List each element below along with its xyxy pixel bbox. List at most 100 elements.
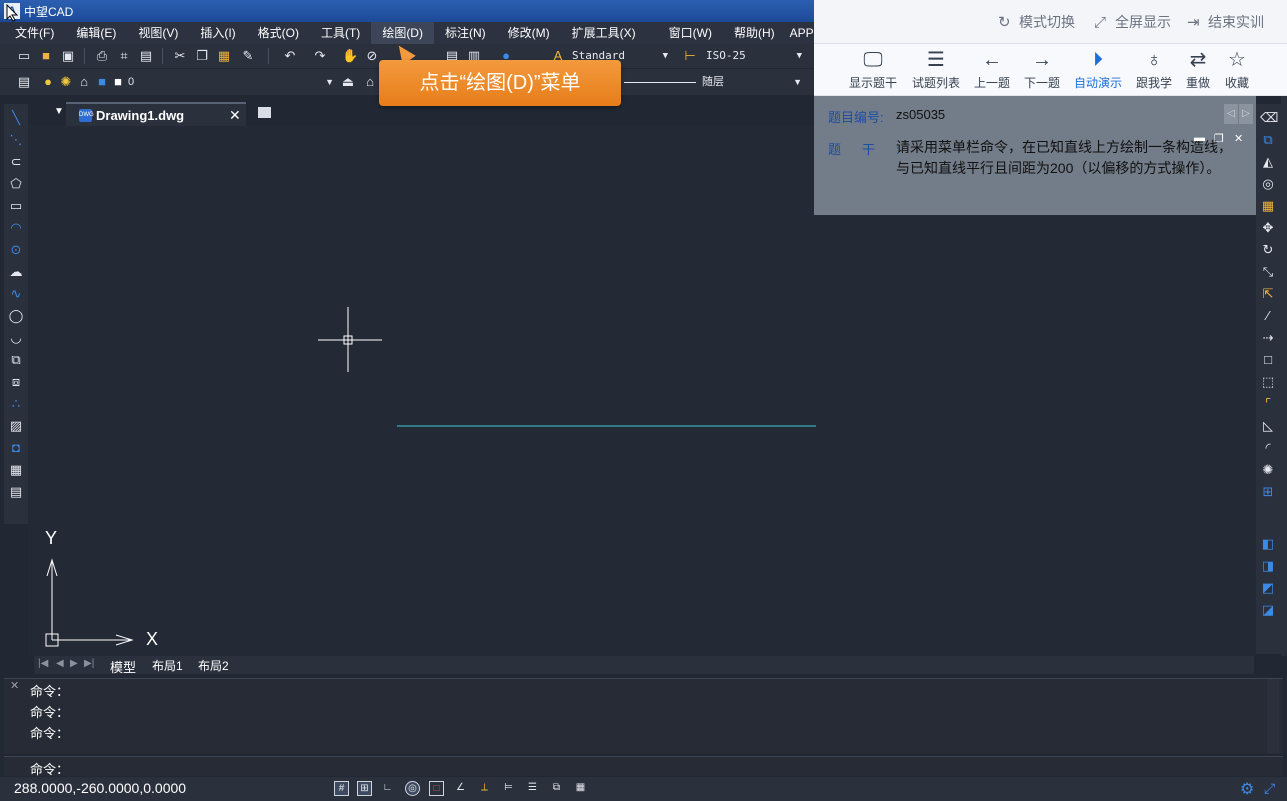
next-tab-icon[interactable]: ▶ [70,658,78,669]
new-tab-icon[interactable] [258,107,271,118]
region-tool-icon[interactable]: ◘ [8,440,24,456]
tab-model[interactable]: 模型 [110,657,136,676]
break-icon[interactable]: ⬚ [1260,374,1276,390]
grid-icon[interactable]: # [334,781,349,796]
polar-icon[interactable]: ◎ [405,781,420,796]
menu-file[interactable]: 文件(F) [0,22,65,44]
switch-mode-button[interactable]: ↻ 模式切换 [998,12,1075,32]
fillet-icon[interactable]: ◜ [1260,440,1276,456]
tpy-icon[interactable]: ⧉ [549,781,564,796]
vertical-scrollbar[interactable] [1281,96,1287,656]
rectangle-tool-icon[interactable]: ▭ [8,198,24,214]
paste-icon[interactable]: ▦ [216,48,232,64]
auto-demo-button[interactable]: ⏵ 自动演示 [1072,48,1124,91]
mtext-tool-icon[interactable]: ▤ [8,484,24,500]
menu-dimension[interactable]: 标注(N) [434,22,497,44]
restore-icon[interactable]: ❐ [1214,132,1224,145]
trim-icon[interactable]: ⁄ [1260,308,1276,324]
chamfer-icon[interactable]: ◺ [1260,418,1276,434]
join-icon[interactable]: ⌜ [1260,396,1276,412]
print-icon[interactable]: ⎙ [94,48,110,64]
dyn-icon[interactable]: ⊨ [501,781,516,796]
move-icon[interactable]: ✥ [1260,220,1276,236]
redo-icon[interactable]: ↷ [312,48,328,64]
first-tab-icon[interactable]: |◀ [38,658,48,669]
scale-icon[interactable]: ⤡ [1260,264,1276,280]
qp-icon[interactable]: ▦ [573,781,588,796]
menu-format[interactable]: 格式(O) [247,22,310,44]
tab-drawing1[interactable]: DWG Drawing1.dwg ✕ [66,102,246,126]
erase-icon[interactable]: ⌫ [1260,110,1278,126]
command-scrollbar[interactable] [1267,679,1279,753]
offset-icon[interactable]: ◎ [1260,176,1276,192]
show-stem-button[interactable]: 🖵 显示题干 [847,48,899,91]
zoom-realtime-icon[interactable]: ⊘ [364,48,380,64]
draw-order-front-icon[interactable]: ◧ [1260,536,1276,552]
lineweight-icon[interactable]: ☰ [525,781,540,796]
ortho-icon[interactable]: ∟ [380,781,395,796]
properties-edit-icon[interactable]: ⊞ [1260,484,1276,500]
stretch-icon[interactable]: ⇱ [1260,286,1276,302]
explode-icon[interactable]: ✺ [1260,462,1276,478]
rotate-icon[interactable]: ↻ [1260,242,1276,258]
linetype-select[interactable]: 随层 ▼ [620,73,806,91]
array-icon[interactable]: ▦ [1260,198,1276,214]
end-training-button[interactable]: ⇥ 结束实训 [1187,12,1264,32]
next-question-button[interactable]: → 下一题 [1016,48,1068,91]
panel-next-icon[interactable]: ▷ [1239,104,1253,124]
last-tab-icon[interactable]: ▶| [84,658,94,669]
arc-tool-icon[interactable]: ◠ [8,220,24,236]
ellipse-arc-tool-icon[interactable]: ◡ [8,330,24,346]
maximize-icon[interactable]: ⤢ [1264,780,1275,797]
table-tool-icon[interactable]: ▦ [8,462,24,478]
extend-icon[interactable]: ⇢ [1260,330,1276,346]
dim-style-select[interactable]: ISO-25 ▼ [702,47,806,65]
print-preview-icon[interactable]: ⌗ [116,48,132,64]
point-tool-icon[interactable]: ∴ [8,396,24,412]
tab-menu-icon[interactable]: ▼ [54,106,64,117]
make-block-icon[interactable]: ⧈ [8,374,24,390]
pan-icon[interactable]: ✋ [342,48,358,64]
question-list-button[interactable]: ☰ 试题列表 [910,48,962,91]
tab-layout1[interactable]: 布局1 [152,657,183,674]
favorite-button[interactable]: ☆ 收藏 [1211,48,1263,91]
undo-icon[interactable]: ↶ [282,48,298,64]
fullscreen-button[interactable]: ⤢ 全屏显示 [1094,12,1171,32]
send-under-icon[interactable]: ◪ [1260,602,1276,618]
close-icon[interactable]: ✕ [10,679,19,692]
new-file-icon[interactable]: ▭ [16,48,32,64]
panel-prev-icon[interactable]: ◁ [1224,104,1238,124]
layer-manager-icon[interactable]: ▤ [16,74,32,90]
prev-question-button[interactable]: ← 上一题 [966,48,1018,91]
menu-modify[interactable]: 修改(M) [497,22,561,44]
layer-select[interactable]: 0 ▼ [124,73,338,91]
break-point-icon[interactable]: □ [1260,352,1276,368]
line-tool-icon[interactable]: ╲ [8,110,24,126]
layer-previous-icon[interactable]: ⌂ [362,74,378,90]
bulb-icon[interactable]: ● [40,74,56,90]
command-input[interactable]: 命令： [4,756,1283,777]
make-current-icon[interactable]: ⏏ [340,74,356,90]
spline-tool-icon[interactable]: ∿ [8,286,24,302]
gear-icon[interactable]: ⚙ [1240,779,1254,799]
copy-object-icon[interactable]: ⧉ [1260,132,1276,148]
plot-icon[interactable]: ▤ [138,48,154,64]
menu-insert[interactable]: 插入(I) [189,22,246,44]
tab-layout2[interactable]: 布局2 [198,657,229,674]
menu-help[interactable]: 帮助(H) [723,22,786,44]
padlock-icon[interactable]: ■ [94,74,110,90]
bring-above-icon[interactable]: ◩ [1260,580,1276,596]
hatch-tool-icon[interactable]: ▨ [8,418,24,434]
mirror-icon[interactable]: ◭ [1260,154,1276,170]
snap-icon[interactable]: ⊞ [357,781,372,796]
draw-order-back-icon[interactable]: ◨ [1260,558,1276,574]
sun-icon[interactable]: ✺ [58,74,74,90]
otrack-icon[interactable]: ∠ [453,781,468,796]
menu-edit[interactable]: 编辑(E) [65,22,127,44]
ducs-icon[interactable]: ⟂ [477,781,492,796]
cut-icon[interactable]: ✂ [172,48,188,64]
ray-tool-icon[interactable]: ⋱ [8,132,24,148]
save-icon[interactable]: ▣ [60,48,76,64]
menu-draw[interactable]: 绘图(D) [371,22,434,44]
layer-lock-icon[interactable]: ⌂ [76,74,92,90]
